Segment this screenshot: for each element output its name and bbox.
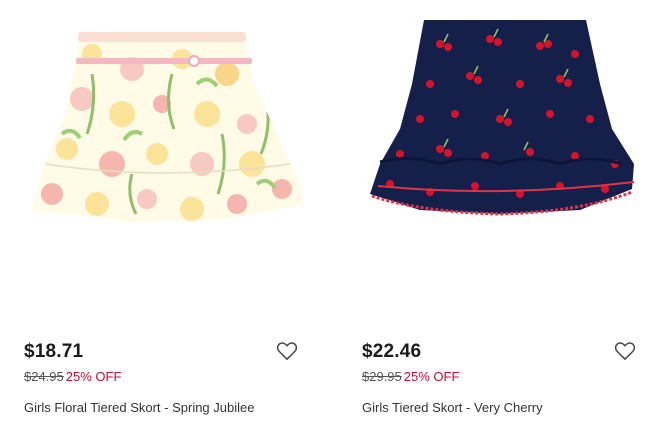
product-card[interactable]: $22.46 $29.95 25% OFF Girls Tiered Skort … [360, 0, 660, 425]
discount-badge: 25% OFF [65, 369, 122, 384]
product-grid: $18.71 $24.95 25% OFF Girls Floral Tiered… [0, 0, 663, 425]
product-name-link[interactable]: Girls Tiered Skort - Very Cherry [362, 400, 543, 415]
cherry-skort-image[interactable] [360, 14, 660, 234]
price-comparison: $24.95 25% OFF [24, 369, 121, 384]
product-card[interactable]: $18.71 $24.95 25% OFF Girls Floral Tiered… [22, 0, 322, 425]
price-comparison: $29.95 25% OFF [362, 369, 459, 384]
sale-price: $18.71 [24, 341, 84, 362]
product-name-link[interactable]: Girls Floral Tiered Skort - Spring Jubil… [24, 400, 254, 415]
original-price: $24.95 [24, 369, 64, 384]
favorite-heart-icon[interactable] [614, 341, 636, 361]
original-price: $29.95 [362, 369, 402, 384]
sale-price: $22.46 [362, 341, 422, 362]
discount-badge: 25% OFF [403, 369, 460, 384]
favorite-heart-icon[interactable] [276, 341, 298, 361]
floral-skort-image[interactable] [22, 14, 322, 234]
